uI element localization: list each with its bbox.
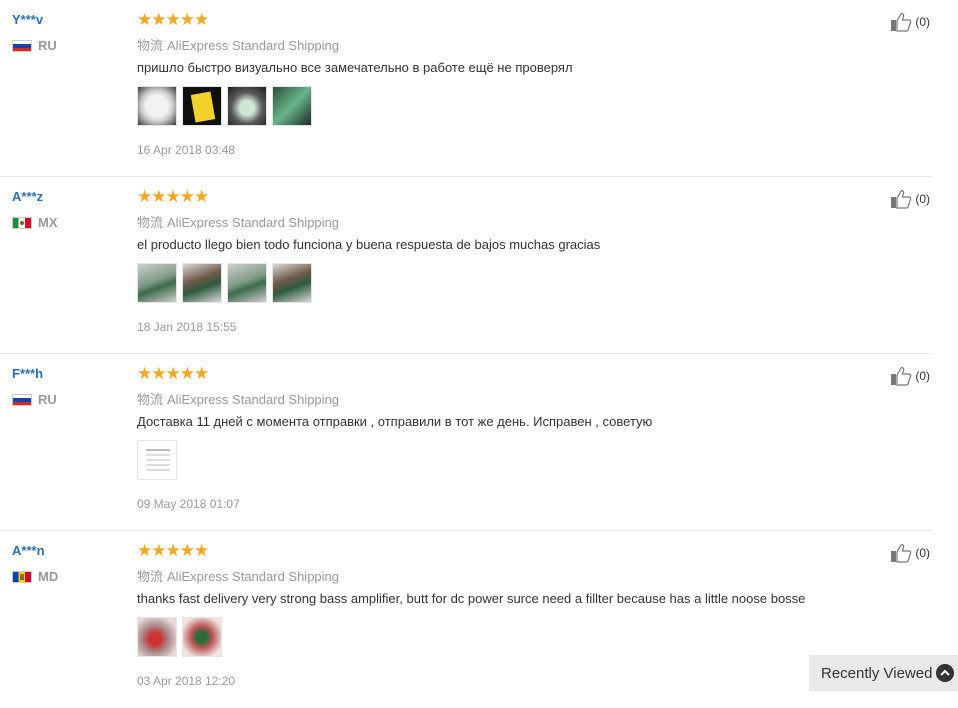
helpful-count: (0) (915, 15, 930, 29)
review-photo[interactable] (227, 263, 267, 303)
review-text: el producto llego bien todo funciona y b… (137, 237, 601, 252)
review-photos (137, 263, 312, 303)
flag-ru-icon (12, 393, 32, 406)
shipping-label: AliExpress Standard Shipping (167, 569, 340, 584)
review-photo[interactable] (137, 440, 177, 480)
logistics-label: 物流 (137, 38, 164, 53)
helpful-button[interactable]: (0) (890, 12, 930, 32)
recently-viewed-label: Recently Viewed (821, 664, 933, 682)
thumbs-up-icon (891, 367, 912, 386)
reviewer-name[interactable]: A***z (12, 189, 43, 204)
thumbs-up-icon (891, 190, 912, 209)
review-item: F***h RU ★★★★★ 物流 AliExpress Standard Shi… (0, 354, 932, 531)
helpful-count: (0) (915, 546, 930, 560)
review-text: thanks fast delivery very strong bass am… (137, 591, 806, 606)
review-date: 09 May 2018 01:07 (137, 497, 240, 511)
review-date: 03 Apr 2018 12:20 (137, 674, 236, 688)
thumbs-up-icon (891, 544, 912, 563)
flag-ru-icon (12, 39, 32, 52)
review-photo[interactable] (272, 263, 312, 303)
flag-md-icon (12, 570, 32, 583)
logistics-label: 物流 (137, 392, 164, 407)
review-photo[interactable] (137, 263, 177, 303)
shipping-method: 物流 AliExpress Standard Shipping (137, 35, 339, 54)
review-item: A***z MX ★★★★★ 物流 AliExpress Standard Shi… (0, 177, 932, 354)
review-photos (137, 440, 177, 480)
review-date: 16 Apr 2018 03:48 (137, 143, 236, 157)
helpful-button[interactable]: (0) (890, 189, 930, 209)
shipping-label: AliExpress Standard Shipping (167, 215, 340, 230)
star-rating: ★★★★★ (137, 187, 209, 206)
reviewer-name[interactable]: A***n (12, 543, 45, 558)
helpful-button[interactable]: (0) (890, 366, 930, 386)
reviewer-country: MD (12, 569, 58, 584)
country-code: MD (38, 569, 59, 584)
reviewer-name[interactable]: F***h (12, 366, 43, 381)
flag-mx-icon (12, 216, 32, 229)
thumbs-up-icon (891, 13, 912, 32)
review-photo[interactable] (137, 617, 177, 657)
star-rating: ★★★★★ (137, 541, 209, 560)
review-photos (137, 617, 222, 657)
recently-viewed-button[interactable]: Recently Viewed (809, 655, 958, 691)
chevron-up-icon (936, 664, 954, 682)
review-photo[interactable] (182, 263, 222, 303)
reviewer-country: RU (12, 38, 57, 53)
country-code: MX (38, 215, 58, 230)
country-code: RU (38, 38, 57, 53)
star-rating: ★★★★★ (137, 364, 209, 383)
reviewer-country: MX (12, 215, 58, 230)
review-date: 18 Jan 2018 15:55 (137, 320, 237, 334)
helpful-button[interactable]: (0) (890, 543, 930, 563)
reviewer-name[interactable]: Y***v (12, 12, 43, 27)
helpful-count: (0) (915, 369, 930, 383)
shipping-label: AliExpress Standard Shipping (167, 392, 340, 407)
review-text: Доставка 11 дней с момента отправки , от… (137, 414, 653, 429)
logistics-label: 物流 (137, 569, 164, 584)
review-photo[interactable] (182, 617, 222, 657)
country-code: RU (38, 392, 57, 407)
review-photo[interactable] (272, 86, 312, 126)
helpful-count: (0) (915, 192, 930, 206)
shipping-method: 物流 AliExpress Standard Shipping (137, 212, 339, 231)
shipping-method: 物流 AliExpress Standard Shipping (137, 566, 339, 585)
review-photo[interactable] (227, 86, 267, 126)
review-photo[interactable] (182, 86, 222, 126)
shipping-label: AliExpress Standard Shipping (167, 38, 340, 53)
star-rating: ★★★★★ (137, 10, 209, 29)
review-photos (137, 86, 312, 126)
logistics-label: 物流 (137, 215, 164, 230)
shipping-method: 物流 AliExpress Standard Shipping (137, 389, 339, 408)
review-photo[interactable] (137, 86, 177, 126)
review-text: пришло быстро визуально все замечательно… (137, 60, 573, 75)
reviewer-country: RU (12, 392, 57, 407)
review-item: A***n MD ★★★★★ 物流 AliExpress Standard Shi… (0, 531, 932, 708)
review-item: Y***v RU ★★★★★ 物流 AliExpress Standard Shi… (0, 0, 932, 177)
